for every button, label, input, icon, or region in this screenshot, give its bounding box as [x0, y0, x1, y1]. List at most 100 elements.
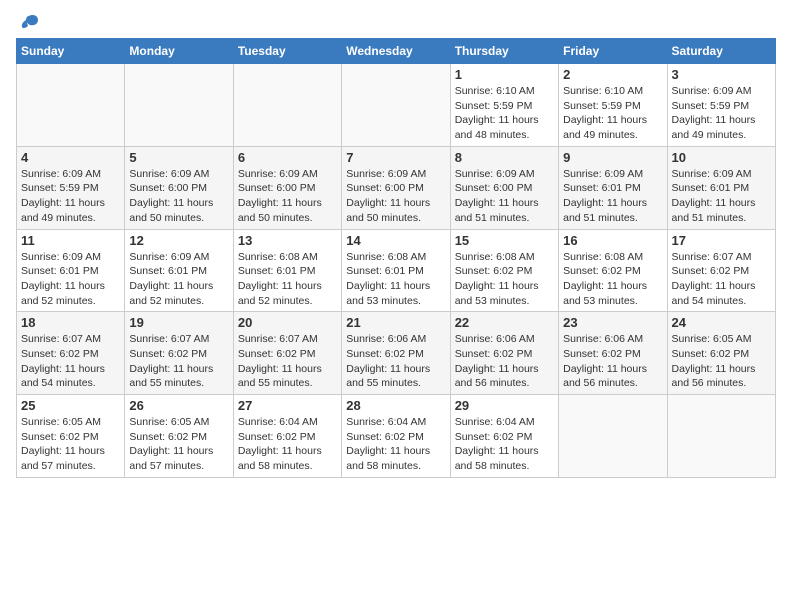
calendar-cell: 25 Sunrise: 6:05 AM Sunset: 6:02 PM Dayli… [17, 395, 125, 478]
logo [16, 16, 40, 34]
page-header [16, 16, 776, 34]
calendar-cell: 3 Sunrise: 6:09 AM Sunset: 5:59 PM Daylig… [667, 64, 775, 147]
calendar-cell: 19 Sunrise: 6:07 AM Sunset: 6:02 PM Dayli… [125, 312, 233, 395]
day-info: Sunrise: 6:08 AM Sunset: 6:01 PM Dayligh… [238, 250, 337, 309]
day-number: 17 [672, 233, 771, 248]
calendar-cell: 7 Sunrise: 6:09 AM Sunset: 6:00 PM Daylig… [342, 146, 450, 229]
day-info: Sunrise: 6:07 AM Sunset: 6:02 PM Dayligh… [21, 332, 120, 391]
calendar-cell: 20 Sunrise: 6:07 AM Sunset: 6:02 PM Dayli… [233, 312, 341, 395]
day-number: 3 [672, 67, 771, 82]
day-number: 26 [129, 398, 228, 413]
day-info: Sunrise: 6:04 AM Sunset: 6:02 PM Dayligh… [455, 415, 554, 474]
calendar-cell: 5 Sunrise: 6:09 AM Sunset: 6:00 PM Daylig… [125, 146, 233, 229]
day-info: Sunrise: 6:10 AM Sunset: 5:59 PM Dayligh… [563, 84, 662, 143]
day-info: Sunrise: 6:09 AM Sunset: 6:00 PM Dayligh… [129, 167, 228, 226]
calendar-cell: 18 Sunrise: 6:07 AM Sunset: 6:02 PM Dayli… [17, 312, 125, 395]
day-number: 7 [346, 150, 445, 165]
day-info: Sunrise: 6:05 AM Sunset: 6:02 PM Dayligh… [129, 415, 228, 474]
day-of-week-header: Wednesday [342, 39, 450, 64]
calendar-cell: 12 Sunrise: 6:09 AM Sunset: 6:01 PM Dayli… [125, 229, 233, 312]
calendar-cell [667, 395, 775, 478]
day-number: 1 [455, 67, 554, 82]
day-number: 8 [455, 150, 554, 165]
day-number: 27 [238, 398, 337, 413]
day-number: 16 [563, 233, 662, 248]
calendar-cell: 26 Sunrise: 6:05 AM Sunset: 6:02 PM Dayli… [125, 395, 233, 478]
day-info: Sunrise: 6:09 AM Sunset: 6:00 PM Dayligh… [346, 167, 445, 226]
day-number: 22 [455, 315, 554, 330]
day-number: 11 [21, 233, 120, 248]
calendar-cell: 1 Sunrise: 6:10 AM Sunset: 5:59 PM Daylig… [450, 64, 558, 147]
day-of-week-header: Saturday [667, 39, 775, 64]
calendar-cell: 9 Sunrise: 6:09 AM Sunset: 6:01 PM Daylig… [559, 146, 667, 229]
day-number: 21 [346, 315, 445, 330]
day-number: 25 [21, 398, 120, 413]
day-number: 15 [455, 233, 554, 248]
day-info: Sunrise: 6:06 AM Sunset: 6:02 PM Dayligh… [455, 332, 554, 391]
calendar-cell [125, 64, 233, 147]
calendar-cell: 28Sunrise: 6:04 AM Sunset: 6:02 PM Dayli… [342, 395, 450, 478]
day-number: 6 [238, 150, 337, 165]
day-of-week-header: Monday [125, 39, 233, 64]
day-number: 10 [672, 150, 771, 165]
day-info: Sunrise: 6:05 AM Sunset: 6:02 PM Dayligh… [21, 415, 120, 474]
day-number: 13 [238, 233, 337, 248]
day-info: Sunrise: 6:08 AM Sunset: 6:02 PM Dayligh… [563, 250, 662, 309]
day-info: Sunrise: 6:08 AM Sunset: 6:01 PM Dayligh… [346, 250, 445, 309]
calendar-table: SundayMondayTuesdayWednesdayThursdayFrid… [16, 38, 776, 478]
day-number: 29 [455, 398, 554, 413]
day-info: Sunrise: 6:09 AM Sunset: 6:01 PM Dayligh… [21, 250, 120, 309]
day-info: Sunrise: 6:04 AM Sunset: 6:02 PM Dayligh… [238, 415, 337, 474]
calendar-cell [233, 64, 341, 147]
calendar-cell: 13 Sunrise: 6:08 AM Sunset: 6:01 PM Dayli… [233, 229, 341, 312]
calendar-cell [559, 395, 667, 478]
day-info: Sunrise: 6:07 AM Sunset: 6:02 PM Dayligh… [238, 332, 337, 391]
calendar-cell: 11 Sunrise: 6:09 AM Sunset: 6:01 PM Dayli… [17, 229, 125, 312]
day-info: Sunrise: 6:09 AM Sunset: 6:01 PM Dayligh… [129, 250, 228, 309]
day-info: Sunrise: 6:06 AM Sunset: 6:02 PM Dayligh… [563, 332, 662, 391]
day-number: 18 [21, 315, 120, 330]
calendar-cell [17, 64, 125, 147]
day-info: Sunrise: 6:10 AM Sunset: 5:59 PM Dayligh… [455, 84, 554, 143]
calendar-cell: 22 Sunrise: 6:06 AM Sunset: 6:02 PM Dayli… [450, 312, 558, 395]
day-of-week-header: Friday [559, 39, 667, 64]
day-number: 28 [346, 398, 445, 413]
day-number: 24 [672, 315, 771, 330]
calendar-cell: 8 Sunrise: 6:09 AM Sunset: 6:00 PM Daylig… [450, 146, 558, 229]
calendar-cell: 17 Sunrise: 6:07 AM Sunset: 6:02 PM Dayli… [667, 229, 775, 312]
calendar-cell: 2 Sunrise: 6:10 AM Sunset: 5:59 PM Daylig… [559, 64, 667, 147]
day-of-week-header: Tuesday [233, 39, 341, 64]
calendar-cell: 16 Sunrise: 6:08 AM Sunset: 6:02 PM Dayli… [559, 229, 667, 312]
calendar-cell: 23 Sunrise: 6:06 AM Sunset: 6:02 PM Dayli… [559, 312, 667, 395]
day-number: 2 [563, 67, 662, 82]
day-info: Sunrise: 6:09 AM Sunset: 6:01 PM Dayligh… [672, 167, 771, 226]
calendar-cell: 6 Sunrise: 6:09 AM Sunset: 6:00 PM Daylig… [233, 146, 341, 229]
calendar-cell: 21Sunrise: 6:06 AM Sunset: 6:02 PM Dayli… [342, 312, 450, 395]
calendar-cell: 4 Sunrise: 6:09 AM Sunset: 5:59 PM Daylig… [17, 146, 125, 229]
day-info: Sunrise: 6:09 AM Sunset: 5:59 PM Dayligh… [672, 84, 771, 143]
logo-bird-icon [18, 12, 40, 34]
calendar-cell: 10 Sunrise: 6:09 AM Sunset: 6:01 PM Dayli… [667, 146, 775, 229]
day-number: 5 [129, 150, 228, 165]
calendar-cell: 27 Sunrise: 6:04 AM Sunset: 6:02 PM Dayli… [233, 395, 341, 478]
day-of-week-header: Thursday [450, 39, 558, 64]
calendar-cell: 15Sunrise: 6:08 AM Sunset: 6:02 PM Dayli… [450, 229, 558, 312]
day-number: 14 [346, 233, 445, 248]
day-number: 12 [129, 233, 228, 248]
day-of-week-header: Sunday [17, 39, 125, 64]
day-info: Sunrise: 6:09 AM Sunset: 6:01 PM Dayligh… [563, 167, 662, 226]
day-info: Sunrise: 6:07 AM Sunset: 6:02 PM Dayligh… [672, 250, 771, 309]
day-number: 19 [129, 315, 228, 330]
day-info: Sunrise: 6:09 AM Sunset: 5:59 PM Dayligh… [21, 167, 120, 226]
day-number: 23 [563, 315, 662, 330]
day-number: 4 [21, 150, 120, 165]
day-number: 9 [563, 150, 662, 165]
calendar-cell: 29 Sunrise: 6:04 AM Sunset: 6:02 PM Dayli… [450, 395, 558, 478]
day-info: Sunrise: 6:09 AM Sunset: 6:00 PM Dayligh… [238, 167, 337, 226]
calendar-cell: 14 Sunrise: 6:08 AM Sunset: 6:01 PM Dayli… [342, 229, 450, 312]
day-info: Sunrise: 6:09 AM Sunset: 6:00 PM Dayligh… [455, 167, 554, 226]
day-info: Sunrise: 6:05 AM Sunset: 6:02 PM Dayligh… [672, 332, 771, 391]
calendar-cell [342, 64, 450, 147]
day-number: 20 [238, 315, 337, 330]
day-info: Sunrise: 6:07 AM Sunset: 6:02 PM Dayligh… [129, 332, 228, 391]
